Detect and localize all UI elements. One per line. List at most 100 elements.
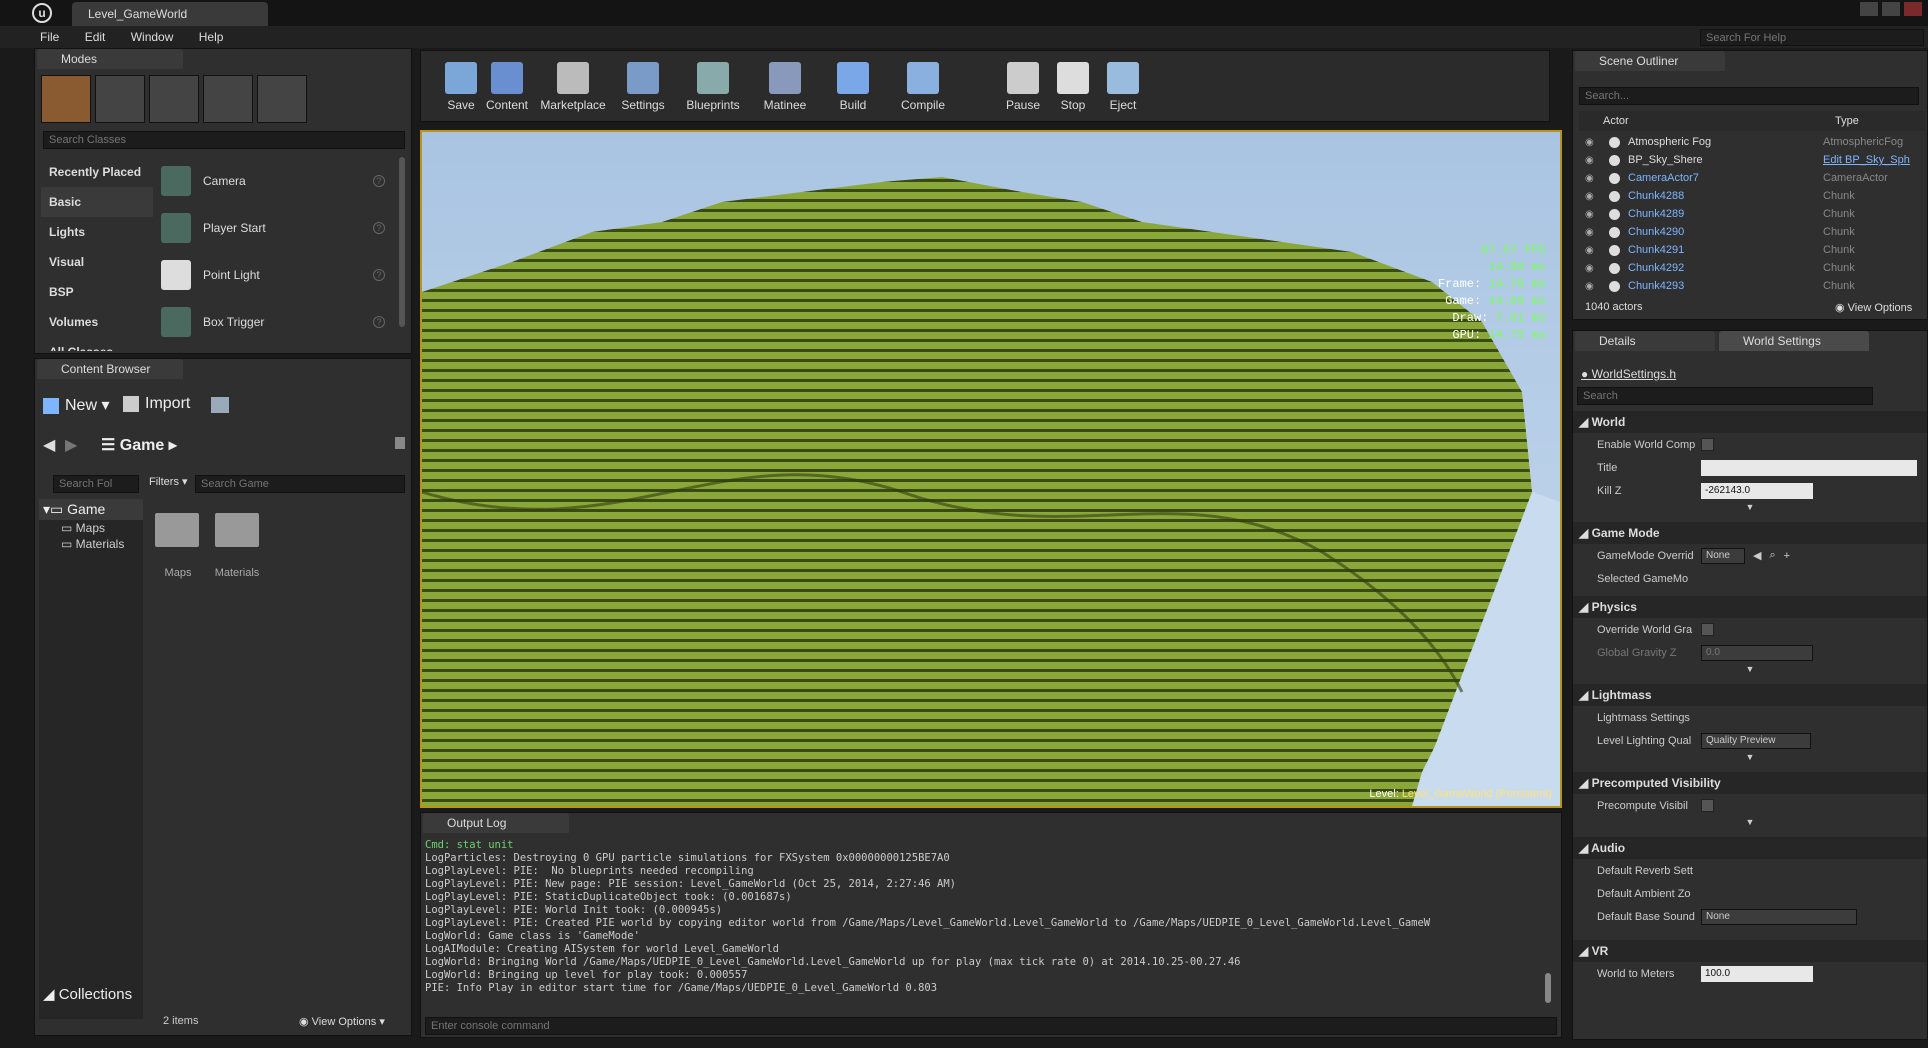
prop-default-ambient[interactable]: Default Ambient Zo: [1573, 882, 1927, 905]
outliner-row[interactable]: ◉ Chunk4288 Chunk: [1579, 187, 1925, 205]
save-all-icon[interactable]: [211, 397, 229, 413]
forward-icon[interactable]: ▶: [65, 435, 77, 455]
outliner-row[interactable]: ◉ Chunk4293 Chunk: [1579, 277, 1925, 295]
outliner-row[interactable]: ◉ Chunk4291 Chunk: [1579, 241, 1925, 259]
tab-content-browser[interactable]: Content Browser: [37, 359, 183, 379]
column-type[interactable]: Type: [1835, 111, 1859, 131]
back-icon[interactable]: ◀: [43, 435, 55, 455]
landscape-mode-icon[interactable]: [149, 75, 199, 123]
actor-type[interactable]: Edit BP_Sky_Sph: [1823, 154, 1910, 166]
toolbar-settings-button[interactable]: Settings: [610, 56, 676, 118]
toolbar-eject-button[interactable]: Eject: [1090, 56, 1156, 118]
path-breadcrumb[interactable]: ☰ Game ▸: [101, 435, 177, 455]
outliner-row[interactable]: ◉ Chunk4292 Chunk: [1579, 259, 1925, 277]
category-recently-placed[interactable]: Recently Placed: [41, 157, 153, 187]
meters-field[interactable]: 100.0: [1701, 965, 1813, 982]
visibility-eye-icon[interactable]: ◉: [1585, 227, 1599, 238]
use-selected-icon[interactable]: ◀: [1753, 549, 1761, 562]
visibility-eye-icon[interactable]: ◉: [1585, 155, 1599, 166]
paint-mode-icon[interactable]: [95, 75, 145, 123]
modes-scrollbar[interactable]: [399, 157, 405, 327]
outliner-search-input[interactable]: [1579, 87, 1919, 105]
help-icon[interactable]: ?: [373, 174, 385, 187]
checkbox[interactable]: [1701, 799, 1714, 812]
new-button[interactable]: New ▾: [43, 395, 110, 415]
section-audio[interactable]: ◢ Audio: [1573, 837, 1927, 859]
quality-dropdown[interactable]: Quality Preview: [1701, 732, 1811, 749]
toolbar-build-button[interactable]: Build: [820, 56, 886, 118]
filters-button[interactable]: Filters ▾: [149, 475, 188, 488]
details-search-input[interactable]: [1577, 387, 1873, 405]
prop-lightmass-settings[interactable]: Lightmass Settings: [1573, 706, 1927, 729]
checkbox[interactable]: [1701, 438, 1714, 451]
visibility-eye-icon[interactable]: ◉: [1585, 209, 1599, 220]
column-actor[interactable]: Actor: [1603, 111, 1629, 131]
place-item-box-trigger[interactable]: Box Trigger?: [155, 298, 395, 345]
category-bsp[interactable]: BSP: [41, 277, 153, 307]
outliner-row[interactable]: ◉ Chunk4289 Chunk: [1579, 205, 1925, 223]
folder-tile-maps[interactable]: Maps: [155, 513, 201, 579]
outliner-row[interactable]: ◉ BP_Sky_Shere Edit BP_Sky_Sph: [1579, 151, 1925, 169]
help-icon[interactable]: ?: [373, 315, 385, 328]
window-tab[interactable]: Level_GameWorld: [72, 2, 268, 26]
close-icon[interactable]: [1904, 2, 1922, 16]
tab-world-settings[interactable]: World Settings: [1719, 331, 1869, 351]
folder-tile-materials[interactable]: Materials: [211, 513, 263, 579]
checkbox[interactable]: [1701, 623, 1714, 636]
place-mode-icon[interactable]: [41, 75, 91, 123]
gravity-field[interactable]: 0.0: [1701, 644, 1813, 661]
section-lightmass[interactable]: ◢ Lightmass: [1573, 684, 1927, 706]
level-viewport[interactable]: 67.57 FPS 14.80 ms Frame: 14.76 ms Game:…: [420, 130, 1562, 808]
view-options-button[interactable]: ◉ View Options ▾: [299, 1015, 385, 1028]
browse-icon[interactable]: ⌕: [1769, 549, 1775, 562]
geometry-mode-icon[interactable]: [257, 75, 307, 123]
toolbar-marketplace-button[interactable]: Marketplace: [540, 56, 606, 118]
kill-z-field[interactable]: -262143.0: [1701, 482, 1813, 499]
search-folders-input[interactable]: [53, 475, 139, 493]
visibility-eye-icon[interactable]: ◉: [1585, 191, 1599, 202]
place-item-camera[interactable]: Camera?: [155, 157, 395, 204]
tab-scene-outliner[interactable]: Scene Outliner: [1575, 51, 1725, 71]
tab-modes[interactable]: Modes: [37, 49, 183, 69]
tab-output-log[interactable]: Output Log: [423, 813, 569, 833]
search-game-input[interactable]: [195, 475, 405, 493]
toolbar-content-button[interactable]: Content: [474, 56, 540, 118]
toolbar-matinee-button[interactable]: Matinee: [752, 56, 818, 118]
lock-icon[interactable]: [395, 437, 405, 449]
tab-details[interactable]: Details: [1575, 331, 1715, 351]
collections-header[interactable]: ◢ Collections: [43, 985, 132, 1003]
minimize-icon[interactable]: [1860, 2, 1878, 16]
section-vr[interactable]: ◢ VR: [1573, 940, 1927, 962]
category-basic[interactable]: Basic: [41, 187, 153, 217]
section-precomputed-visibility[interactable]: ◢ Precomputed Visibility: [1573, 772, 1927, 794]
visibility-eye-icon[interactable]: ◉: [1585, 245, 1599, 256]
expand-icon[interactable]: ▼: [1573, 817, 1927, 837]
category-lights[interactable]: Lights: [41, 217, 153, 247]
place-item-player-start[interactable]: Player Start?: [155, 204, 395, 251]
visibility-eye-icon[interactable]: ◉: [1585, 263, 1599, 274]
section-world[interactable]: ◢ World: [1573, 411, 1927, 433]
object-name[interactable]: ● WorldSettings.h: [1581, 367, 1676, 381]
sound-dropdown[interactable]: None: [1701, 908, 1857, 925]
help-icon[interactable]: ?: [373, 268, 385, 281]
category-visual[interactable]: Visual: [41, 247, 153, 277]
maximize-icon[interactable]: [1882, 2, 1900, 16]
foliage-mode-icon[interactable]: [203, 75, 253, 123]
outliner-row[interactable]: ◉ Chunk4290 Chunk: [1579, 223, 1925, 241]
prop-selected-gamemode[interactable]: Selected GameMo: [1573, 567, 1927, 590]
help-icon[interactable]: ?: [373, 221, 385, 234]
category-volumes[interactable]: Volumes: [41, 307, 153, 337]
visibility-eye-icon[interactable]: ◉: [1585, 137, 1599, 148]
menu-file[interactable]: File: [40, 26, 59, 48]
title-field[interactable]: [1701, 459, 1917, 476]
menu-window[interactable]: Window: [131, 26, 174, 48]
add-icon[interactable]: +: [1784, 550, 1790, 562]
section-physics[interactable]: ◢ Physics: [1573, 596, 1927, 618]
menu-help[interactable]: Help: [199, 26, 224, 48]
menu-edit[interactable]: Edit: [85, 26, 106, 48]
section-game-mode[interactable]: ◢ Game Mode: [1573, 522, 1927, 544]
visibility-eye-icon[interactable]: ◉: [1585, 173, 1599, 184]
prop-default-reverb[interactable]: Default Reverb Sett: [1573, 859, 1927, 882]
outliner-row[interactable]: ◉ CameraActor7 CameraActor: [1579, 169, 1925, 187]
gamemode-dropdown[interactable]: None: [1701, 547, 1745, 564]
